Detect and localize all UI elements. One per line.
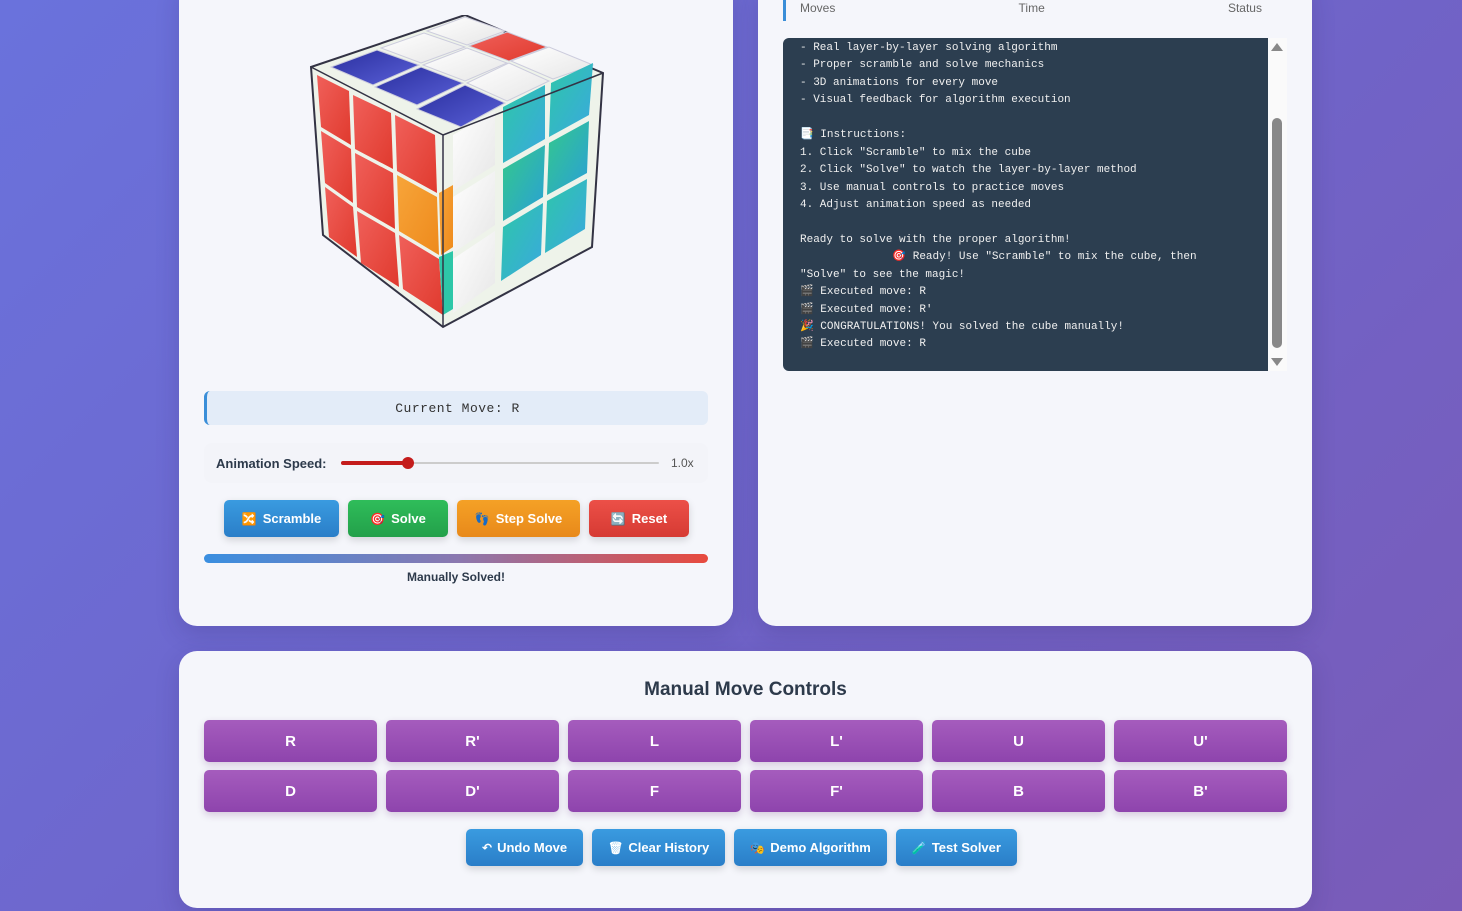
move-button[interactable]: U' <box>1114 720 1287 762</box>
demo-algorithm-button[interactable]: 🎭 Demo Algorithm <box>734 829 887 866</box>
slider-fill <box>341 461 408 465</box>
history-table-header: Moves Time Status <box>783 0 1287 21</box>
console-line: "Solve" to see the magic! <box>800 268 966 281</box>
console-line: 🎉 CONGRATULATIONS! You solved the cube m… <box>800 321 1124 333</box>
demo-algorithm-label: Demo Algorithm <box>770 840 871 855</box>
console-line: - Visual feedback for algorithm executio… <box>800 94 1071 107</box>
manual-controls-title: Manual Move Controls <box>644 679 847 700</box>
console-line: 1. Click "Scramble" to mix the cube <box>800 146 1032 159</box>
action-buttons: 🔀 Scramble 🎯 Solve 👣 Step Solve 🔄 Reset <box>224 500 689 537</box>
cube-panel: Current Move: R Animation Speed: 1.0x 🔀 … <box>179 0 733 626</box>
current-move-display: Current Move: R <box>204 391 708 425</box>
undo-move-label: Undo Move <box>497 840 568 855</box>
speed-value: 1.0x <box>671 456 694 470</box>
slider-thumb[interactable] <box>401 457 414 469</box>
column-status: Status <box>1227 1 1262 15</box>
console-line: 4. Adjust animation speed as needed <box>800 198 1032 211</box>
undo-move-button[interactable]: ↶ Undo Move <box>466 829 584 866</box>
console-line: 🎬 Executed move: R' <box>800 303 933 316</box>
test-tube-icon: 🧪 <box>911 840 927 855</box>
history-panel: Moves Time Status - Real layer-by-layer … <box>758 0 1312 626</box>
clear-history-label: Clear History <box>628 840 710 855</box>
clear-history-button[interactable]: 🗑 Clear History <box>592 829 726 866</box>
trash-icon: 🗑 <box>608 840 624 855</box>
solver-console-log[interactable]: - Real layer-by-layer solving algorithm -… <box>783 38 1287 371</box>
solve-label: Solve <box>391 511 426 526</box>
rubiks-cube-3d-view[interactable] <box>309 13 609 335</box>
speed-label: Animation Speed: <box>216 455 327 471</box>
scroll-up-arrow-icon[interactable] <box>1271 43 1283 51</box>
scrollbar-thumb[interactable] <box>1272 118 1282 348</box>
console-line: 🎯 Ready! Use "Scramble" to mix the cube,… <box>800 251 1197 264</box>
move-button[interactable]: D <box>204 770 377 812</box>
move-button[interactable]: R <box>204 720 377 762</box>
reset-label: Reset <box>631 511 668 526</box>
footprints-icon: 👣 <box>474 511 490 526</box>
scramble-button[interactable]: 🔀 Scramble <box>224 500 339 537</box>
move-button[interactable]: F <box>568 770 741 812</box>
move-button-grid: R R' L L' U U' D D' F F' B B' <box>204 720 1287 812</box>
undo-icon: ↶ <box>482 840 493 855</box>
move-button[interactable]: F' <box>750 770 923 812</box>
console-line: - Real layer-by-layer solving algorithm <box>800 42 1058 54</box>
refresh-icon: 🔄 <box>610 511 626 526</box>
scramble-label: Scramble <box>262 511 322 526</box>
move-button[interactable]: B' <box>1114 770 1287 812</box>
utility-buttons: ↶ Undo Move 🗑 Clear History 🎭 Demo Algor… <box>466 829 1017 866</box>
test-solver-button[interactable]: 🧪 Test Solver <box>895 829 1017 866</box>
console-line: 🎬 Executed move: R <box>800 338 926 351</box>
console-line: 3. Use manual controls to practice moves <box>800 181 1065 194</box>
animation-speed-control: Animation Speed: 1.0x <box>204 443 708 483</box>
move-button[interactable]: L' <box>750 720 923 762</box>
column-moves: Moves <box>800 1 836 15</box>
solve-button[interactable]: 🎯 Solve <box>348 500 448 537</box>
console-line: Ready to solve with the proper algorithm… <box>800 233 1071 246</box>
test-solver-label: Test Solver <box>931 840 1001 855</box>
solve-status-text: Manually Solved! <box>406 570 506 584</box>
step-solve-label: Step Solve <box>495 511 563 526</box>
shuffle-icon: 🔀 <box>241 511 257 526</box>
console-line: 📑 Instructions: <box>800 129 907 142</box>
move-button[interactable]: L <box>568 720 741 762</box>
column-time: Time <box>1018 1 1045 15</box>
speed-slider[interactable] <box>341 456 659 470</box>
console-line: 2. Click "Solve" to watch the layer-by-l… <box>800 164 1137 177</box>
manual-controls-panel: Manual Move Controls R R' L L' U U' D D' F F' B B' … <box>179 651 1312 908</box>
move-button[interactable]: B <box>932 770 1105 812</box>
scroll-down-arrow-icon[interactable] <box>1271 358 1283 366</box>
demo-icon: 🎭 <box>750 840 766 855</box>
move-button[interactable]: D' <box>386 770 559 812</box>
cube-svg <box>309 13 605 329</box>
target-icon: 🎯 <box>370 511 386 526</box>
solve-progress-bar <box>204 554 708 563</box>
console-line: - Proper scramble and solve mechanics <box>800 59 1045 72</box>
console-line: - 3D animations for every move <box>800 76 999 89</box>
move-button[interactable]: U <box>932 720 1105 762</box>
console-scrollbar[interactable] <box>1268 38 1287 371</box>
move-button[interactable]: R' <box>386 720 559 762</box>
reset-button[interactable]: 🔄 Reset <box>589 500 689 537</box>
console-line: 🎬 Executed move: R <box>800 286 926 299</box>
step-solve-button[interactable]: 👣 Step Solve <box>457 500 580 537</box>
